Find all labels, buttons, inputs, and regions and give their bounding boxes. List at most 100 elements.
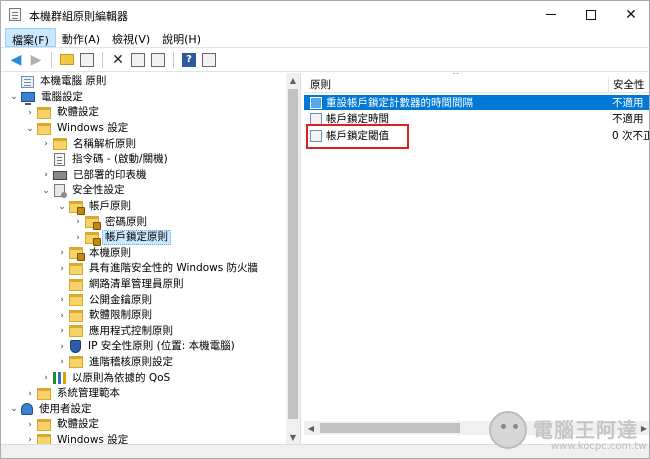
tree-item[interactable]: ⌄ Windows 設定 xyxy=(4,121,286,137)
tree-item[interactable]: › 軟體設定 xyxy=(4,105,286,121)
collapse-chevron-icon[interactable]: › xyxy=(24,388,36,400)
collapse-chevron-icon[interactable]: › xyxy=(40,138,52,150)
tree-item-label: 應用程式控制原則 xyxy=(89,324,173,337)
collapse-chevron-icon[interactable]: › xyxy=(40,169,52,181)
tree-item[interactable]: › 系統管理範本 xyxy=(4,386,286,402)
collapse-chevron-icon[interactable]: › xyxy=(24,107,36,119)
view-icon[interactable] xyxy=(200,51,218,69)
locked-folder-icon xyxy=(69,200,85,215)
scroll-thumb[interactable] xyxy=(288,89,298,419)
expand-chevron-icon[interactable]: ⌄ xyxy=(8,91,20,103)
scroll-right-icon[interactable]: ▶ xyxy=(637,421,649,435)
menu-file[interactable]: 檔案(F) xyxy=(5,28,56,47)
properties-icon[interactable] xyxy=(129,51,147,69)
tree-vertical-scrollbar[interactable]: ▲ ▼ xyxy=(286,73,300,444)
export-list-icon[interactable] xyxy=(149,51,167,69)
folder-icon xyxy=(37,387,51,400)
annotation-highlight-box xyxy=(306,124,409,149)
forward-arrow-icon[interactable]: ▶ xyxy=(27,51,45,69)
group-policy-editor-window: 本機群組原則編輯器 ✕ 檔案(F) 動作(A) 檢視(V) 說明(H) ◀ ▶ … xyxy=(0,0,650,459)
folder-icon xyxy=(53,138,67,151)
policy-icon xyxy=(310,96,322,109)
tree-item-label: 本機原則 xyxy=(89,246,131,259)
tree-item[interactable]: 本機電腦 原則 xyxy=(4,74,286,90)
folder-up-icon[interactable] xyxy=(58,51,76,69)
scroll-down-icon[interactable]: ▼ xyxy=(286,430,300,444)
tree-item[interactable]: › 已部署的印表機 xyxy=(4,168,286,184)
tree-item[interactable]: ⌄ 帳戶原則 xyxy=(4,199,286,215)
folder-icon xyxy=(69,325,83,338)
delete-icon[interactable]: ✕ xyxy=(109,51,127,69)
tree-item[interactable]: ⌄ 使用者設定 xyxy=(4,401,286,417)
collapse-chevron-icon[interactable]: › xyxy=(56,325,68,337)
collapse-chevron-icon[interactable]: › xyxy=(72,216,84,228)
collapse-chevron-icon[interactable]: › xyxy=(72,232,84,244)
collapse-chevron-icon[interactable]: › xyxy=(24,434,36,444)
toolbar-separator xyxy=(173,51,174,68)
tree-item[interactable]: › 帳戶鎖定原則 xyxy=(4,230,286,246)
policy-row-reset-lockout-counter[interactable]: 重設帳戶鎖定計數器的時間間隔 不適用 xyxy=(304,95,649,110)
folder-icon xyxy=(37,122,51,135)
collapse-chevron-icon[interactable]: › xyxy=(56,294,68,306)
tree-item[interactable]: 網路清單管理員原則 xyxy=(4,277,286,293)
tree-item[interactable]: › 應用程式控制原則 xyxy=(4,324,286,340)
details-horizontal-scrollbar[interactable]: ◀ ▶ xyxy=(304,421,649,435)
folder-icon xyxy=(69,294,83,307)
sort-caret-icon: ^ xyxy=(452,73,460,81)
tree-item-label: 系統管理範本 xyxy=(57,387,120,400)
scroll-thumb[interactable] xyxy=(320,423,460,433)
console-tree: 本機電腦 原則 ⌄ 電腦設定 › 軟體設定 ⌄ Windows 設定 › 名稱解析原則 指令碼 -… xyxy=(4,74,286,444)
tree-item[interactable]: › 軟體設定 xyxy=(4,417,286,433)
tree-item-label: 以原則為依據的 QoS xyxy=(72,371,171,384)
tree-item[interactable]: › 公開金鑰原則 xyxy=(4,292,286,308)
tree-item[interactable]: › Windows 設定 xyxy=(4,433,286,444)
collapse-chevron-icon[interactable]: › xyxy=(56,356,68,368)
scroll-left-icon[interactable]: ◀ xyxy=(304,421,318,435)
scroll-up-icon[interactable]: ▲ xyxy=(286,73,300,87)
toolbar-separator xyxy=(51,51,52,68)
computer-icon xyxy=(21,92,35,106)
show-hide-tree-icon[interactable] xyxy=(78,51,96,69)
collapse-chevron-icon[interactable]: › xyxy=(56,263,68,275)
tree-item[interactable]: ⌄ 電腦設定 xyxy=(4,90,286,106)
tree-item[interactable]: ⌄ 安全性設定 xyxy=(4,183,286,199)
close-button[interactable]: ✕ xyxy=(611,1,649,28)
collapse-chevron-icon[interactable]: › xyxy=(40,372,52,384)
help-icon[interactable]: ? xyxy=(180,51,198,69)
back-arrow-icon[interactable]: ◀ xyxy=(7,51,25,69)
tree-item[interactable]: › 本機原則 xyxy=(4,246,286,262)
collapse-chevron-icon[interactable]: › xyxy=(56,247,68,259)
security-settings-icon xyxy=(54,184,67,199)
maximize-button[interactable] xyxy=(571,1,611,28)
tree-item[interactable]: › 密碼原則 xyxy=(4,214,286,231)
expand-chevron-icon[interactable]: ⌄ xyxy=(8,403,20,415)
menu-action[interactable]: 動作(A) xyxy=(56,28,106,47)
tree-item-label: 軟體限制原則 xyxy=(89,309,152,322)
tree-item-label: 已部署的印表機 xyxy=(73,168,147,181)
column-policy[interactable]: 原則 xyxy=(310,77,331,92)
expand-chevron-icon[interactable]: ⌄ xyxy=(40,185,52,197)
folder-icon xyxy=(69,278,83,291)
minimize-button[interactable] xyxy=(531,1,571,28)
tree-item[interactable]: › 進階稽核原則設定 xyxy=(4,355,286,371)
tree-item[interactable]: › 軟體限制原則 xyxy=(4,308,286,324)
tree-item[interactable]: 指令碼 - (啟動/關機) xyxy=(4,152,286,168)
tree-item[interactable]: › 以原則為依據的 QoS xyxy=(4,370,286,386)
menu-view[interactable]: 檢視(V) xyxy=(106,28,156,47)
tree-item-label: 帳戶原則 xyxy=(89,200,131,213)
tree-item-label: 本機電腦 原則 xyxy=(40,75,107,88)
collapse-chevron-icon[interactable]: › xyxy=(56,341,68,353)
minimize-icon xyxy=(546,14,556,15)
tree-item[interactable]: › 名稱解析原則 xyxy=(4,136,286,152)
tree-item[interactable]: › 具有進階安全性的 Windows 防火牆 xyxy=(4,261,286,277)
collapse-chevron-icon[interactable]: › xyxy=(56,310,68,322)
menu-help[interactable]: 說明(H) xyxy=(156,28,207,47)
tree-item[interactable]: › IP 安全性原則 (位置: 本機電腦) xyxy=(4,339,286,355)
tree-item-label: 網路清單管理員原則 xyxy=(89,278,184,291)
collapse-chevron-icon[interactable]: › xyxy=(24,419,36,431)
expand-chevron-icon[interactable]: ⌄ xyxy=(24,123,36,135)
toolbar-separator xyxy=(102,51,103,68)
policy-document-icon xyxy=(21,75,34,88)
column-security-setting[interactable]: 安全性 xyxy=(608,77,645,93)
expand-chevron-icon[interactable]: ⌄ xyxy=(56,201,68,213)
